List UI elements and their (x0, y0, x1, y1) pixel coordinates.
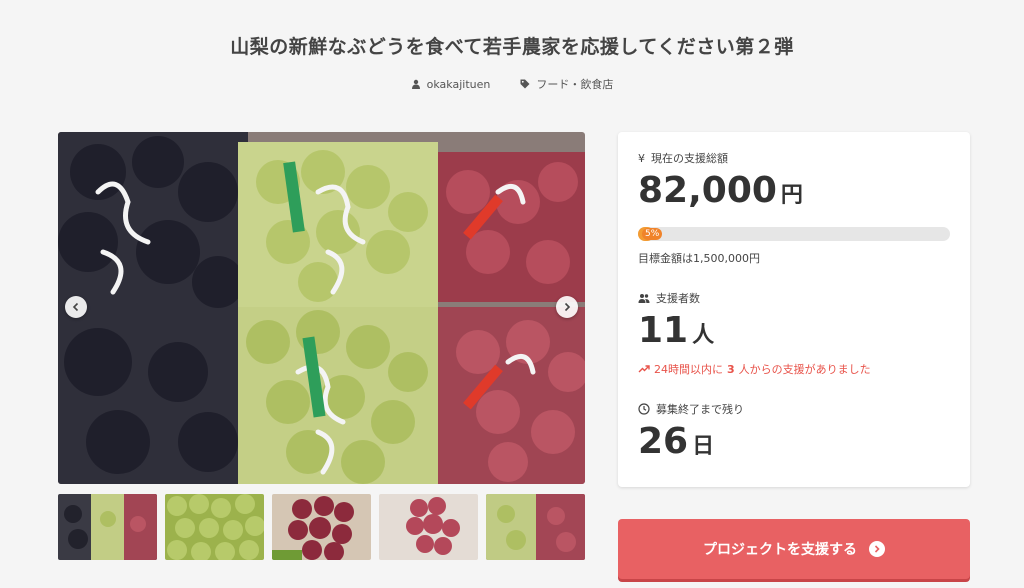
recent-support-notice: 24時間以内に 3 人からの支援がありました (638, 361, 871, 377)
main-image-carousel[interactable] (58, 132, 585, 484)
trending-up-icon (638, 365, 650, 373)
thumbnail-image (272, 494, 371, 560)
supporters-label: 支援者数 (656, 292, 700, 305)
tag-icon (520, 79, 530, 89)
progress-percent: 5% (642, 228, 663, 240)
author-link[interactable]: okakajituen (411, 76, 491, 92)
recent-count: 3 (727, 362, 735, 376)
supporters-value: 11 (638, 310, 689, 351)
thumbnail-image (58, 494, 157, 560)
total-unit: 円 (780, 183, 803, 208)
goal-amount: 目標金額は1,500,000円 (638, 252, 760, 265)
supporters-label-row: 支援者数 (638, 290, 700, 306)
grape-photo (58, 132, 585, 484)
thumbnail-image (379, 494, 478, 560)
yen-icon: ¥ (638, 151, 645, 165)
chevron-right-circle-icon (869, 541, 885, 557)
project-title: 山梨の新鮮なぶどうを食べて若手農家を応援してください第２弾 (230, 36, 794, 58)
author-name: okakajituen (426, 77, 491, 91)
carousel-next-button[interactable] (556, 296, 578, 318)
remaining-label-row: 募集終了まで残り (638, 401, 744, 417)
support-project-button[interactable]: プロジェクトを支援する (618, 519, 970, 579)
carousel-prev-button[interactable] (65, 296, 87, 318)
thumbnail-5[interactable] (486, 494, 585, 560)
user-icon (411, 79, 420, 89)
thumbnail-strip (58, 494, 585, 560)
thumbnail-1[interactable] (58, 494, 157, 560)
clock-icon (638, 403, 650, 415)
remaining-label: 募集終了まで残り (656, 403, 744, 416)
thumbnail-image (165, 494, 264, 560)
supporters-unit: 人 (692, 323, 715, 348)
users-icon (638, 294, 650, 303)
remaining-days: 26 日 (638, 421, 714, 462)
chevron-right-icon (564, 302, 571, 312)
recent-prefix: 24時間以内に (654, 363, 723, 376)
remaining-value: 26 (638, 421, 689, 462)
supporters-count: 11 人 (638, 310, 714, 351)
remaining-unit: 日 (692, 434, 715, 459)
total-value: 82,000 (638, 170, 777, 211)
thumbnail-3[interactable] (272, 494, 371, 560)
chevron-left-icon (72, 302, 79, 312)
thumbnail-4[interactable] (379, 494, 478, 560)
category-link[interactable]: フード・飲食店 (520, 76, 613, 92)
thumbnail-2[interactable] (165, 494, 264, 560)
support-button-label: プロジェクトを支援する (703, 542, 857, 558)
total-label: 現在の支援総額 (651, 152, 728, 165)
total-label-row: ¥ 現在の支援総額 (638, 150, 728, 166)
thumbnail-image (486, 494, 585, 560)
funding-stats-card: ¥ 現在の支援総額 82,000 円 5% 目標金額は1,500,000円 支援… (618, 132, 970, 487)
total-amount: 82,000 円 (638, 170, 803, 211)
progress-bar: 5% (638, 227, 950, 241)
recent-suffix: 人からの支援がありました (738, 363, 871, 376)
project-meta: okakajituen フード・飲食店 (0, 76, 1024, 92)
category-name: フード・飲食店 (536, 78, 614, 91)
